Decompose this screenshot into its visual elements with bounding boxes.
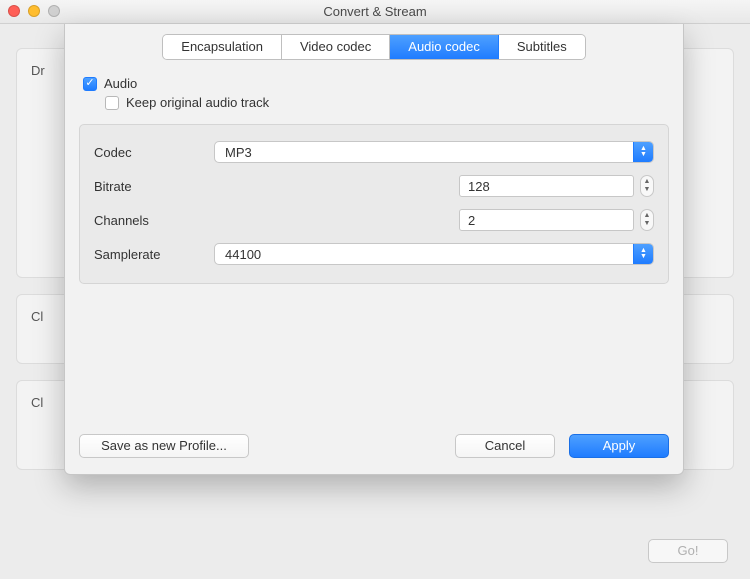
cancel-button[interactable]: Cancel <box>455 434 555 458</box>
bitrate-label: Bitrate <box>94 179 214 194</box>
audio-enable-label: Audio <box>104 76 137 91</box>
background-panel-label: Cl <box>31 309 43 324</box>
profile-edit-sheet: Encapsulation Video codec Audio codec Su… <box>64 24 684 475</box>
channels-stepper[interactable]: ▲▼ <box>640 209 654 231</box>
codec-select[interactable]: MP3 ▲▼ <box>214 141 654 163</box>
window-titlebar: Convert & Stream <box>0 0 750 24</box>
apply-button[interactable]: Apply <box>569 434 669 458</box>
tab-subtitles[interactable]: Subtitles <box>499 35 585 59</box>
bitrate-stepper[interactable]: ▲▼ <box>640 175 654 197</box>
codec-label: Codec <box>94 145 214 160</box>
background-panel-label: Cl <box>31 395 43 410</box>
audio-enable-checkbox[interactable] <box>83 77 97 91</box>
tab-audio-codec[interactable]: Audio codec <box>390 35 499 59</box>
audio-settings-panel: Codec MP3 ▲▼ Bitrate ▲▼ Channels <box>79 124 669 284</box>
keep-original-track-checkbox[interactable] <box>105 96 119 110</box>
channels-label: Channels <box>94 213 214 228</box>
codec-tabs: Encapsulation Video codec Audio codec Su… <box>162 34 585 60</box>
samplerate-select-value: 44100 <box>225 247 261 262</box>
minimize-window-icon[interactable] <box>28 5 40 17</box>
updown-icon: ▲▼ <box>633 142 653 162</box>
zoom-window-icon <box>48 5 60 17</box>
background-panel-label: Dr <box>31 63 45 78</box>
keep-original-track-label: Keep original audio track <box>126 95 269 110</box>
bitrate-input[interactable] <box>459 175 634 197</box>
tab-video-codec[interactable]: Video codec <box>282 35 390 59</box>
samplerate-select[interactable]: 44100 ▲▼ <box>214 243 654 265</box>
save-as-new-profile-button[interactable]: Save as new Profile... <box>79 434 249 458</box>
close-window-icon[interactable] <box>8 5 20 17</box>
window-title: Convert & Stream <box>323 4 426 19</box>
channels-input[interactable] <box>459 209 634 231</box>
traffic-lights <box>8 5 60 17</box>
go-button: Go! <box>648 539 728 563</box>
tab-encapsulation[interactable]: Encapsulation <box>163 35 282 59</box>
codec-select-value: MP3 <box>225 145 252 160</box>
updown-icon: ▲▼ <box>633 244 653 264</box>
samplerate-label: Samplerate <box>94 247 214 262</box>
